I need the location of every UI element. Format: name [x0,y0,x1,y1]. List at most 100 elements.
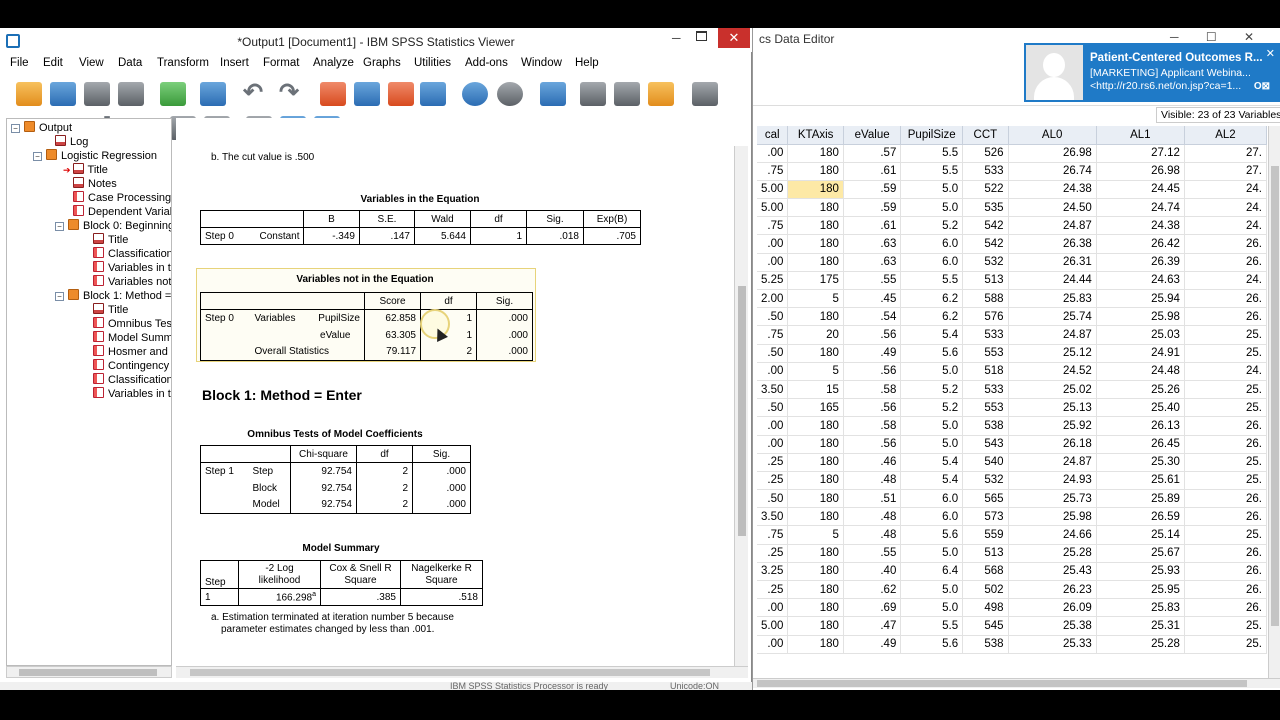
grid-cell[interactable]: 518 [962,362,1009,381]
grid-cell[interactable]: 538 [962,416,1009,436]
grid-cell[interactable]: 24.52 [1008,362,1097,381]
variables-icon[interactable] [420,82,446,106]
grid-cell[interactable]: 25.13 [1008,398,1097,418]
grid-cell[interactable]: 5.6 [900,525,964,545]
grid-cell[interactable]: 25.12 [1008,344,1097,363]
scroll-thumb[interactable] [1271,166,1279,626]
grid-cell[interactable]: 180 [787,307,844,327]
collapse-toggle-icon[interactable]: − [11,124,20,133]
grid-cell[interactable]: 25.40 [1096,398,1185,418]
scroll-thumb[interactable] [190,669,710,676]
grid-cell[interactable]: 5.0 [900,416,964,436]
grid-cell[interactable]: 180 [787,180,844,200]
grid-cell[interactable]: .75 [757,325,789,345]
print-preview-icon[interactable] [118,82,144,106]
grid-cell[interactable]: 576 [962,307,1009,327]
grid-cell[interactable]: .50 [757,398,789,418]
grid-cell[interactable]: 180 [787,344,844,363]
grid-cell[interactable]: 26.31 [1008,253,1097,272]
grid-cell[interactable]: 24.38 [1096,216,1185,236]
grid-cell[interactable]: 5.0 [900,544,964,563]
grid-cell[interactable]: 24.87 [1008,453,1097,472]
split-file-icon[interactable] [497,82,523,106]
grid-cell[interactable]: .56 [843,398,902,418]
grid-cell[interactable]: 26. [1184,544,1267,563]
outline-item-model-summary[interactable]: Model Summ [93,331,171,345]
grid-cell[interactable]: 5.2 [900,216,964,236]
grid-cell[interactable]: 6.4 [900,562,964,582]
grid-column-header[interactable]: AL2 [1184,126,1267,145]
grid-cell[interactable]: .63 [843,253,902,272]
grid-cell[interactable]: 25.28 [1096,635,1185,654]
data-editor-window-controls[interactable]: ─ ☐ ✕ [1170,30,1266,44]
outline-item-block1-title[interactable]: Title [93,303,128,317]
grid-cell[interactable]: 24. [1184,198,1267,218]
grid-cell[interactable]: 180 [787,562,844,582]
outline-item-title[interactable]: ➔ Title [63,163,108,177]
grid-cell[interactable]: 180 [787,616,844,636]
grid-cell[interactable]: .48 [843,507,902,527]
recall-dialog-icon[interactable] [200,82,226,106]
grid-cell[interactable]: 5.5 [900,144,964,163]
grid-cell[interactable]: 542 [962,216,1009,236]
outline-item-block0-classification[interactable]: Classification [93,247,171,261]
grid-cell[interactable]: 498 [962,598,1009,618]
grid-cell[interactable]: 6.0 [900,234,964,254]
print-icon[interactable] [84,82,110,106]
grid-cell[interactable]: 502 [962,580,1009,600]
grid-cell[interactable]: 180 [787,544,844,563]
grid-cell[interactable]: 5.5 [900,162,964,181]
grid-cell[interactable]: 25.83 [1096,598,1185,618]
grid-cell[interactable]: 545 [962,616,1009,636]
grid-cell[interactable]: 25.03 [1096,325,1185,345]
grid-column-header[interactable]: AL0 [1008,126,1097,145]
grid-cell[interactable]: 27. [1184,144,1267,163]
grid-cell[interactable]: 573 [962,507,1009,527]
grid-cell[interactable]: .00 [757,435,789,454]
grid-cell[interactable]: 24.38 [1008,180,1097,200]
maximize-icon[interactable] [696,31,707,41]
grid-column-header[interactable]: KTAxis [787,126,844,145]
menu-analyze[interactable]: Analyze [313,57,354,69]
grid-cell[interactable]: 25. [1184,471,1267,491]
grid-cell[interactable]: 175 [787,271,844,291]
grid-cell[interactable]: .25 [757,453,789,472]
menu-file[interactable]: File [10,57,29,69]
grid-cell[interactable]: .56 [843,435,902,454]
grid-cell[interactable]: 180 [787,453,844,472]
grid-cell[interactable]: 538 [962,635,1009,654]
grid-cell[interactable]: 5.5 [900,616,964,636]
grid-cell[interactable]: 165 [787,398,844,418]
grid-cell[interactable]: .55 [843,544,902,563]
grid-cell[interactable]: 180 [787,144,844,163]
goto-data-icon[interactable] [320,82,346,106]
grid-cell[interactable]: 559 [962,525,1009,545]
menu-help[interactable]: Help [575,57,599,69]
grid-cell[interactable]: 20 [787,325,844,345]
scroll-thumb[interactable] [19,669,157,676]
grid-cell[interactable]: 25.67 [1096,544,1185,563]
grid-cell[interactable]: 526 [962,144,1009,163]
export-icon[interactable] [160,82,186,106]
outline-item-log[interactable]: Log [55,135,88,149]
grid-cell[interactable]: 24.87 [1008,216,1097,236]
grid-cell[interactable]: 24.91 [1096,344,1185,363]
grid-cell[interactable]: 25.14 [1096,525,1185,545]
outline-item-block0-title[interactable]: Title [93,233,128,247]
grid-cell[interactable]: 26. [1184,562,1267,582]
grid-cell[interactable]: 513 [962,271,1009,291]
grid-cell[interactable]: .49 [843,635,902,654]
grid-cell[interactable]: 25. [1184,616,1267,636]
notification-flag-icon[interactable]: O⊠ [1254,81,1270,92]
grid-cell[interactable]: .58 [843,380,902,400]
grid-cell[interactable]: 513 [962,544,1009,563]
notification-close-icon[interactable]: ✕ [1266,47,1275,60]
grid-cell[interactable]: 26.45 [1096,435,1185,454]
grid-cell[interactable]: 25.73 [1008,489,1097,509]
grid-cell[interactable]: 25. [1184,325,1267,345]
grid-cell[interactable]: 25.28 [1008,544,1097,563]
grid-cell[interactable]: 24.66 [1008,525,1097,545]
grid-cell[interactable]: 26. [1184,507,1267,527]
outline-item-block0-variables-in[interactable]: Variables in th [93,261,171,275]
designate-window-icon[interactable] [580,82,606,106]
